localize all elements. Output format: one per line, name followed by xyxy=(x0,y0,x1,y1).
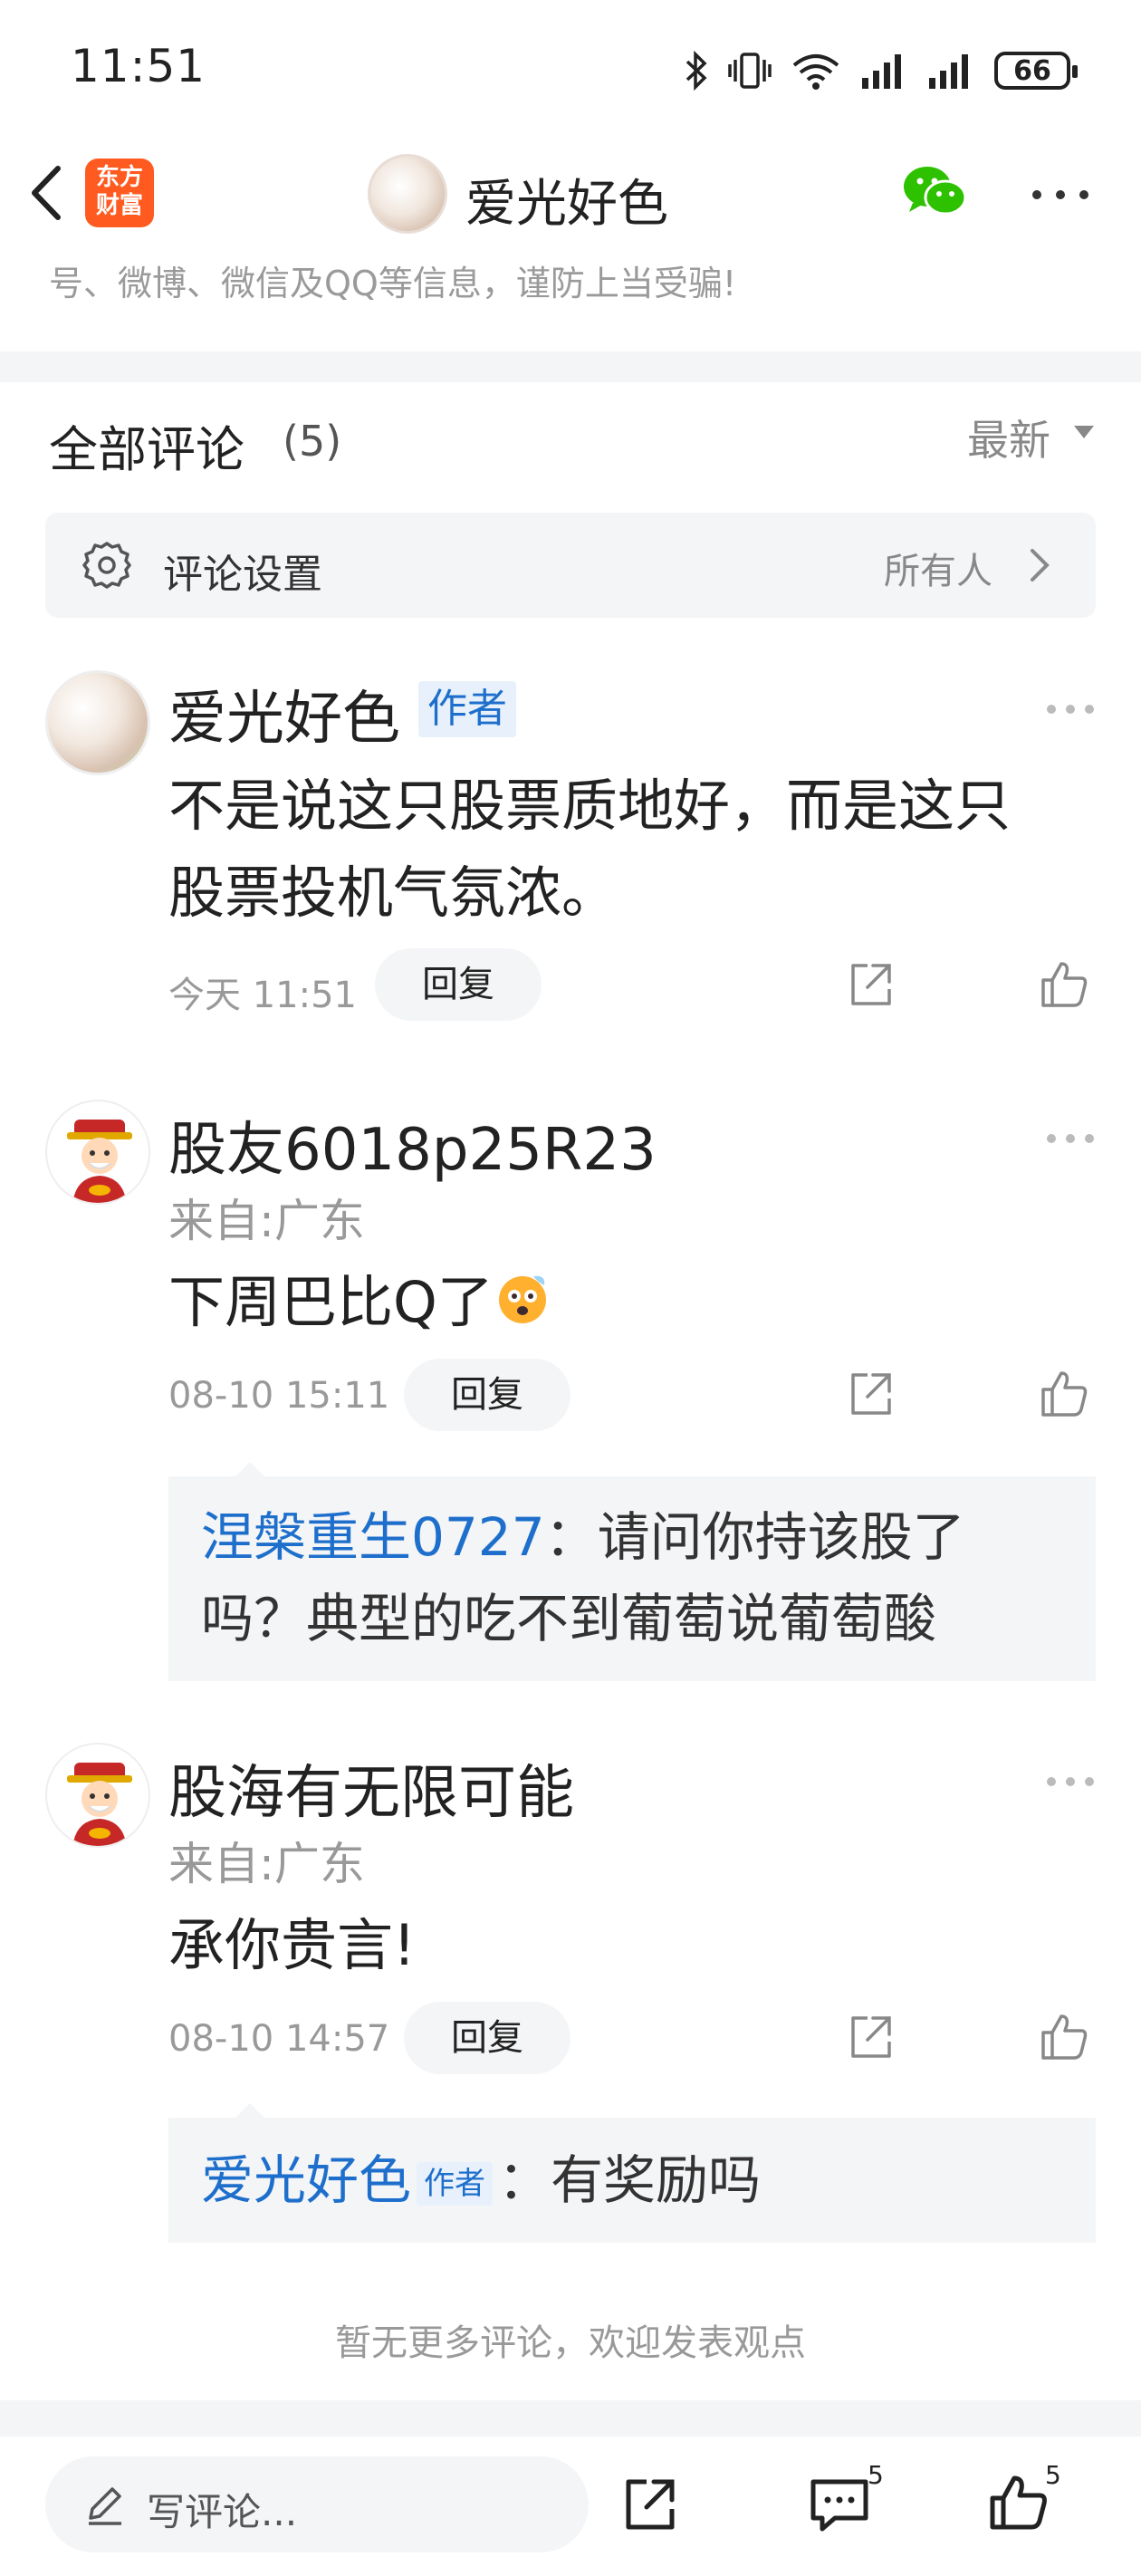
sub-reply-text-line2: 吗？典型的吃不到葡萄说葡萄酸 xyxy=(201,1588,937,1649)
wifi-icon xyxy=(792,54,839,90)
comment-settings-value: 所有人 xyxy=(884,551,992,592)
share-icon[interactable] xyxy=(846,1370,896,1420)
write-comment-placeholder: 写评论... xyxy=(147,2490,298,2534)
comment-time: 08-10 14:57 xyxy=(168,2018,390,2060)
sub-reply-line: 爱光好色 作者 ：有奖励吗 xyxy=(201,2139,761,2221)
author-badge: 作者 xyxy=(418,681,516,737)
reply-box-notch xyxy=(235,2103,264,2118)
avatar[interactable] xyxy=(45,1100,150,1205)
more-options-icon[interactable] xyxy=(1029,181,1092,208)
comments-count: (5) xyxy=(283,417,342,466)
sub-reply-author[interactable]: 涅槃重生0727 xyxy=(201,1506,545,1568)
comment-text-content: 下周巴比Q了 xyxy=(168,1269,494,1335)
comment-icon[interactable] xyxy=(808,2476,871,2534)
section-divider xyxy=(0,351,1141,382)
reply-button[interactable]: 回复 xyxy=(404,2002,570,2074)
comments-title: 全部评论 xyxy=(49,421,244,478)
bottom-divider xyxy=(0,2400,1141,2437)
chevron-right-icon xyxy=(1031,549,1050,582)
app-logo[interactable]: 东方 财富 xyxy=(85,159,154,227)
nav-avatar[interactable] xyxy=(368,154,447,234)
share-icon[interactable] xyxy=(846,960,896,1011)
status-icons: 66 xyxy=(685,43,1078,98)
comment-text-line1: 不是说这只股票质地好，而是这只 xyxy=(168,773,1012,839)
back-arrow-icon[interactable] xyxy=(22,161,72,225)
comment-region: 来自:广东 xyxy=(168,1195,365,1247)
comment-more-icon[interactable] xyxy=(1045,703,1096,716)
logo-line2: 财富 xyxy=(95,192,143,219)
no-more-comments: 暂无更多评论，欢迎发表观点 xyxy=(335,2322,806,2364)
comment-time: 今天 11:51 xyxy=(168,975,357,1016)
pencil-icon xyxy=(89,2487,121,2525)
sub-reply-line1: 涅槃重生0727：请问你持该股了 xyxy=(201,1496,965,1578)
status-time: 11:51 xyxy=(71,40,206,92)
like-icon[interactable] xyxy=(987,2471,1050,2534)
dizzy-face-emoji-icon xyxy=(498,1275,546,1323)
logo-line1: 东方 xyxy=(95,164,143,191)
share-icon[interactable] xyxy=(621,2476,679,2534)
like-icon[interactable] xyxy=(1038,2011,1090,2063)
vibrate-icon xyxy=(728,53,772,89)
comment-text-line2: 股票投机气氛浓。 xyxy=(168,860,618,926)
sub-reply-separator: ： xyxy=(544,1506,598,1568)
comment-author[interactable]: 股友6018p25R23 xyxy=(168,1103,657,1187)
comment-more-icon[interactable] xyxy=(1045,1132,1096,1145)
like-count: 5 xyxy=(1045,2460,1061,2490)
comment-time: 08-10 15:11 xyxy=(168,1375,390,1417)
signal-icon xyxy=(862,54,901,89)
share-icon[interactable] xyxy=(846,2013,896,2063)
comment-more-icon[interactable] xyxy=(1045,1775,1096,1788)
reply-button[interactable]: 回复 xyxy=(375,948,542,1021)
comment-author[interactable]: 股海有无限可能 xyxy=(168,1746,574,1830)
sort-caret-icon[interactable] xyxy=(1074,426,1094,438)
caishen-avatar-icon xyxy=(67,1763,132,1846)
reply-box-notch xyxy=(235,1462,264,1476)
author-badge: 作者 xyxy=(417,2161,494,2206)
like-icon[interactable] xyxy=(1038,1368,1090,1420)
comment-text: 承你贵言! xyxy=(168,1912,416,1978)
gear-icon xyxy=(82,542,131,589)
sort-dropdown[interactable]: 最新 xyxy=(967,408,1050,467)
sub-reply-author[interactable]: 爱光好色 xyxy=(201,2149,411,2211)
sub-reply-text-line1: 请问你持该股了 xyxy=(597,1506,965,1568)
like-icon[interactable] xyxy=(1038,958,1090,1011)
comment-count: 5 xyxy=(868,2460,884,2490)
comment-settings-label: 评论设置 xyxy=(163,552,322,598)
write-comment-input[interactable] xyxy=(45,2456,589,2552)
avatar[interactable] xyxy=(45,1743,150,1848)
avatar[interactable] xyxy=(45,670,150,775)
reply-button[interactable]: 回复 xyxy=(404,1359,570,1431)
comment-author[interactable]: 爱光好色 xyxy=(168,672,400,755)
nav-title[interactable]: 爱光好色 xyxy=(465,163,668,236)
bluetooth-icon xyxy=(686,51,707,91)
sub-reply-text: 有奖励吗 xyxy=(551,2149,762,2211)
caishen-avatar-icon xyxy=(67,1120,132,1203)
comment-text: 下周巴比Q了 xyxy=(168,1259,550,1346)
wechat-share-icon[interactable] xyxy=(902,163,969,221)
notice-text: 号、微博、微信及QQ等信息，谨防上当受骗! xyxy=(49,264,737,303)
battery-indicator: 66 xyxy=(994,52,1078,90)
signal-icon-2 xyxy=(929,54,968,89)
sub-reply-separator: ： xyxy=(498,2149,551,2211)
comment-region: 来自:广东 xyxy=(168,1838,365,1890)
